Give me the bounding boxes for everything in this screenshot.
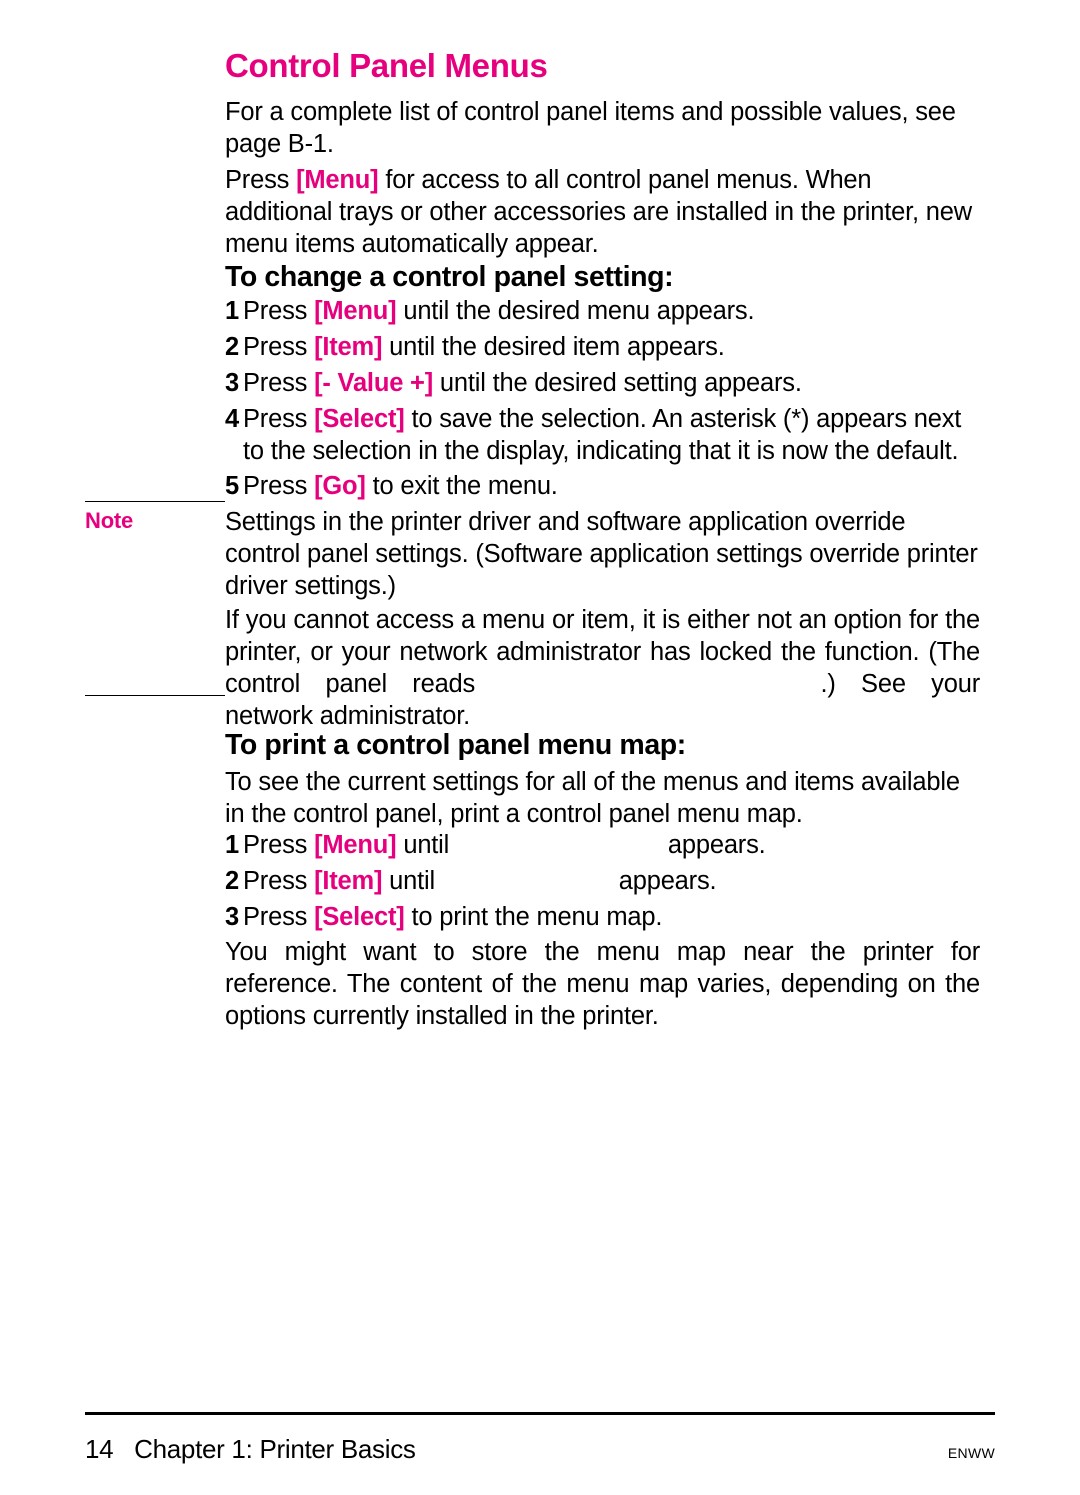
item-key: [Item]	[314, 333, 382, 361]
list-number: 2	[225, 332, 243, 364]
note-label: Note	[85, 508, 133, 533]
list-number: 3	[225, 902, 243, 934]
text: Press	[243, 831, 314, 859]
text: Press	[243, 297, 314, 325]
text: appears.	[661, 831, 766, 859]
text: to exit the menu.	[366, 472, 558, 500]
ordered-list-print-map: 1 Press [Menu] until appears. 2 Press [I…	[225, 830, 980, 938]
text: to print the menu map.	[405, 903, 663, 931]
select-key: [Select]	[314, 903, 405, 931]
list-number: 1	[225, 830, 243, 862]
subheading-print-map: To print a control panel menu map:	[225, 728, 980, 764]
page-footer: 14 Chapter 1: Printer Basics ENWW	[85, 1412, 995, 1466]
list-item: 1 Press [Menu] until appears.	[225, 830, 980, 862]
list-number: 2	[225, 866, 243, 898]
list-item: 4 Press [Select] to save the selection. …	[225, 404, 980, 468]
text: until the desired item appears.	[382, 333, 724, 361]
item-key: [Item]	[314, 867, 382, 895]
chapter-name: Chapter 1: Printer Basics	[134, 1434, 416, 1464]
page-title: Control Panel Menus	[225, 45, 980, 86]
text: Press	[243, 369, 314, 397]
list-number: 4	[225, 404, 243, 468]
text: To see the current settings for all of t…	[225, 768, 960, 828]
text: For a complete list of control panel ite…	[225, 98, 956, 158]
text: Press	[243, 405, 314, 433]
list-item: 1 Press [Menu] until the desired menu ap…	[225, 296, 980, 328]
text: Press	[243, 333, 314, 361]
list-item: 3 Press [- Value +] until the desired se…	[225, 368, 980, 400]
note-paragraph-1: Settings in the printer driver and softw…	[225, 507, 980, 603]
text: until the desired menu appears.	[396, 297, 754, 325]
select-key: [Select]	[314, 405, 405, 433]
text: until	[382, 867, 442, 895]
go-key: [Go]	[314, 472, 366, 500]
map-intro-paragraph: To see the current settings for all of t…	[225, 767, 980, 831]
list-item: 2 Press [Item] until appears.	[225, 866, 980, 898]
divider-rule	[85, 695, 225, 696]
list-item: 3 Press [Select] to print the menu map.	[225, 902, 980, 934]
footer-right: ENWW	[948, 1445, 995, 1463]
menu-key: [Menu]	[296, 166, 378, 194]
footer-left: 14 Chapter 1: Printer Basics	[85, 1433, 416, 1466]
text: until the desired setting appears.	[433, 369, 802, 397]
intro-paragraph-2: Press [Menu] for access to all control p…	[225, 165, 980, 261]
list-number: 1	[225, 296, 243, 328]
text: Settings in the printer driver and softw…	[225, 508, 978, 600]
list-item: 5 Press [Go] to exit the menu.	[225, 471, 980, 503]
menu-key: [Menu]	[314, 831, 396, 859]
subheading-change-setting: To change a control panel setting:	[225, 260, 980, 296]
value-key: [- Value +]	[314, 369, 433, 397]
text: Press	[243, 903, 314, 931]
ordered-list-change-setting: 1 Press [Menu] until the desired menu ap…	[225, 296, 980, 507]
divider-rule	[85, 501, 225, 502]
text: Press	[243, 472, 314, 500]
list-number: 3	[225, 368, 243, 400]
text: until	[396, 831, 456, 859]
text: Press	[225, 166, 296, 194]
map-outro-paragraph: You might want to store the menu map nea…	[225, 937, 980, 1033]
text: Press	[243, 867, 314, 895]
intro-paragraph-1: For a complete list of control panel ite…	[225, 97, 980, 161]
list-number: 5	[225, 471, 243, 503]
text: appears.	[612, 867, 717, 895]
text: You might want to store the menu map nea…	[225, 938, 980, 1030]
list-item: 2 Press [Item] until the desired item ap…	[225, 332, 980, 364]
note-paragraph-2: If you cannot access a menu or item, it …	[225, 605, 980, 733]
menu-key: [Menu]	[314, 297, 396, 325]
page-number: 14	[85, 1434, 113, 1464]
